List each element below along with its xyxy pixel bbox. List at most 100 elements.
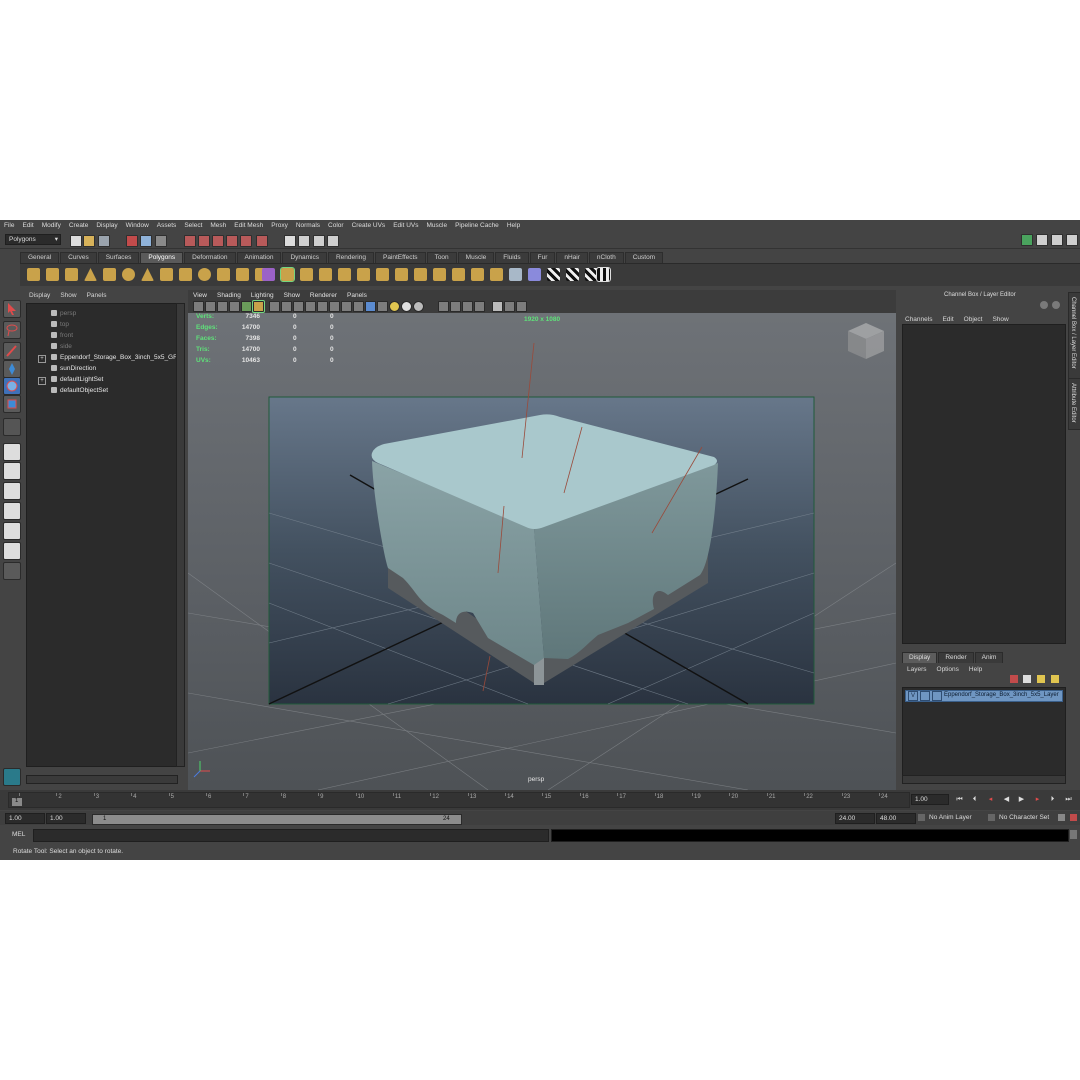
single-perspective-layout-icon[interactable] [3, 443, 21, 461]
bookmark-icon[interactable] [217, 301, 228, 312]
field-chart-icon[interactable] [317, 301, 328, 312]
channelbox-menu-show[interactable]: Show [987, 316, 1013, 323]
tab-general[interactable]: General [20, 252, 60, 263]
poly-cylinder-icon[interactable] [65, 268, 78, 281]
offset-edge-loop-icon[interactable] [376, 268, 389, 281]
smooth-shade-icon[interactable] [365, 301, 376, 312]
xray-joints-icon[interactable] [450, 301, 461, 312]
perspective-viewport[interactable]: Verts: 7346 0 0 Edges: 14700 0 0 Faces: … [188, 313, 896, 790]
move-tool-icon[interactable] [3, 360, 21, 378]
select-component-icon[interactable] [155, 235, 167, 247]
snap-point-icon[interactable] [212, 235, 224, 247]
extract-icon[interactable] [471, 268, 484, 281]
viewport-menu-lighting[interactable]: Lighting [246, 292, 279, 299]
resolution-gate-icon[interactable] [293, 301, 304, 312]
tab-display-layers[interactable]: Display [902, 652, 938, 663]
merge-icon[interactable] [414, 268, 427, 281]
menu-create-uvs[interactable]: Create UVs [348, 222, 390, 229]
viewport-menu-view[interactable]: View [188, 292, 212, 299]
snap-curve-icon[interactable] [198, 235, 210, 247]
wireframe-icon[interactable] [353, 301, 364, 312]
poly-plane-icon[interactable] [103, 268, 116, 281]
outliner-item-front[interactable]: front [51, 331, 73, 341]
poly-torus-icon[interactable] [122, 268, 135, 281]
outliner-item-group[interactable]: Eppendorf_Storage_Box_3inch_5x5_GRP [51, 353, 182, 363]
layout-options-icon[interactable] [3, 562, 21, 580]
layer-horizontal-scrollbar[interactable] [902, 775, 1066, 784]
menu-set-dropdown[interactable]: Polygons ▾ [5, 234, 61, 245]
menu-window[interactable]: Window [122, 222, 153, 229]
outliner-item-side[interactable]: side [51, 342, 72, 352]
viewport-menu-panels[interactable]: Panels [342, 292, 372, 299]
poly-prism-icon[interactable] [141, 268, 154, 281]
tab-painteffects[interactable]: PaintEffects [374, 252, 426, 263]
attribute-editor-toggle-icon[interactable] [1036, 234, 1048, 246]
paint-select-tool-icon[interactable] [3, 342, 21, 360]
tab-rendering[interactable]: Rendering [327, 252, 374, 263]
snap-grid-icon[interactable] [184, 235, 196, 247]
persp-outliner-layout-icon[interactable] [3, 482, 21, 500]
tab-toon[interactable]: Toon [426, 252, 457, 263]
expand-icon[interactable]: + [38, 377, 46, 385]
shadows-icon[interactable] [401, 301, 412, 312]
menu-edit[interactable]: Edit [18, 222, 37, 229]
persp-graph-layout-icon[interactable] [3, 502, 21, 520]
character-set-label[interactable]: No Character Set [999, 814, 1049, 821]
isolate-select-icon[interactable] [474, 301, 485, 312]
outliner-menu-show[interactable]: Show [55, 292, 81, 299]
lasso-tool-icon[interactable] [3, 321, 21, 339]
bevel-icon[interactable] [395, 268, 408, 281]
menu-create[interactable]: Create [65, 222, 93, 229]
command-language-label[interactable]: MEL [12, 831, 25, 838]
outliner-layout-icon[interactable] [3, 542, 21, 560]
layers-menu-layers[interactable]: Layers [902, 666, 932, 673]
layer-row[interactable]: V Eppendorf_Storage_Box_3inch_5x5_Layer [905, 690, 1063, 702]
side-tab-attribute-editor[interactable]: Attribute Editor [1068, 378, 1080, 430]
channel-box-toggle-icon[interactable] [1066, 234, 1078, 246]
layer-visibility-toggle[interactable]: V [908, 691, 918, 701]
menu-normals[interactable]: Normals [292, 222, 324, 229]
menu-modify[interactable]: Modify [38, 222, 65, 229]
menu-edit-uvs[interactable]: Edit UVs [389, 222, 422, 229]
xray-icon[interactable] [438, 301, 449, 312]
gate-mask-icon[interactable] [305, 301, 316, 312]
menu-edit-mesh[interactable]: Edit Mesh [230, 222, 267, 229]
script-editor-icon[interactable] [1070, 830, 1077, 839]
make-live-icon[interactable] [240, 235, 252, 247]
safe-action-icon[interactable] [329, 301, 340, 312]
layer-reference-toggle[interactable] [920, 691, 930, 701]
poly-sphere-icon[interactable] [27, 268, 40, 281]
viewport-menu-shading[interactable]: Shading [212, 292, 246, 299]
anti-aliasing-icon[interactable] [516, 301, 527, 312]
menu-mesh[interactable]: Mesh [206, 222, 230, 229]
menu-muscle[interactable]: Muscle [422, 222, 451, 229]
outliner-vertical-scrollbar[interactable] [176, 303, 185, 767]
tab-custom[interactable]: Custom [624, 252, 664, 263]
menu-file[interactable]: File [0, 222, 18, 229]
poly-cube-icon[interactable] [46, 268, 59, 281]
poly-pipe-icon[interactable] [179, 268, 192, 281]
render-frame-icon[interactable] [298, 235, 310, 247]
channel-box-help-icon[interactable] [1052, 301, 1060, 309]
channelbox-menu-edit[interactable]: Edit [937, 316, 958, 323]
uv-texture-editor-icon[interactable] [596, 267, 611, 282]
save-scene-icon[interactable] [98, 235, 110, 247]
outliner-item-defaultobjectset[interactable]: defaultObjectSet [51, 386, 108, 396]
textured-icon[interactable] [413, 301, 424, 312]
show-hide-modeling-toolkit-icon[interactable] [1021, 234, 1033, 246]
ipr-render-icon[interactable] [313, 235, 325, 247]
animation-preferences-icon[interactable] [1070, 814, 1077, 821]
playback-start-field[interactable]: 1.00 [46, 813, 86, 824]
wireframe-on-shaded-icon[interactable] [377, 301, 388, 312]
fill-hole-icon[interactable] [433, 268, 446, 281]
tab-dynamics[interactable]: Dynamics [282, 252, 327, 263]
go-to-start-icon[interactable]: ⏮ [955, 795, 964, 804]
menu-assets[interactable]: Assets [153, 222, 181, 229]
image-plane-icon[interactable] [229, 301, 240, 312]
spherical-mapping-icon[interactable] [566, 268, 579, 281]
combine-icon[interactable] [236, 268, 249, 281]
expand-icon[interactable]: + [38, 355, 46, 363]
play-forwards-icon[interactable]: ▶ [1017, 795, 1026, 804]
channel-box-options-icon[interactable] [1040, 301, 1048, 309]
safe-title-icon[interactable] [341, 301, 352, 312]
